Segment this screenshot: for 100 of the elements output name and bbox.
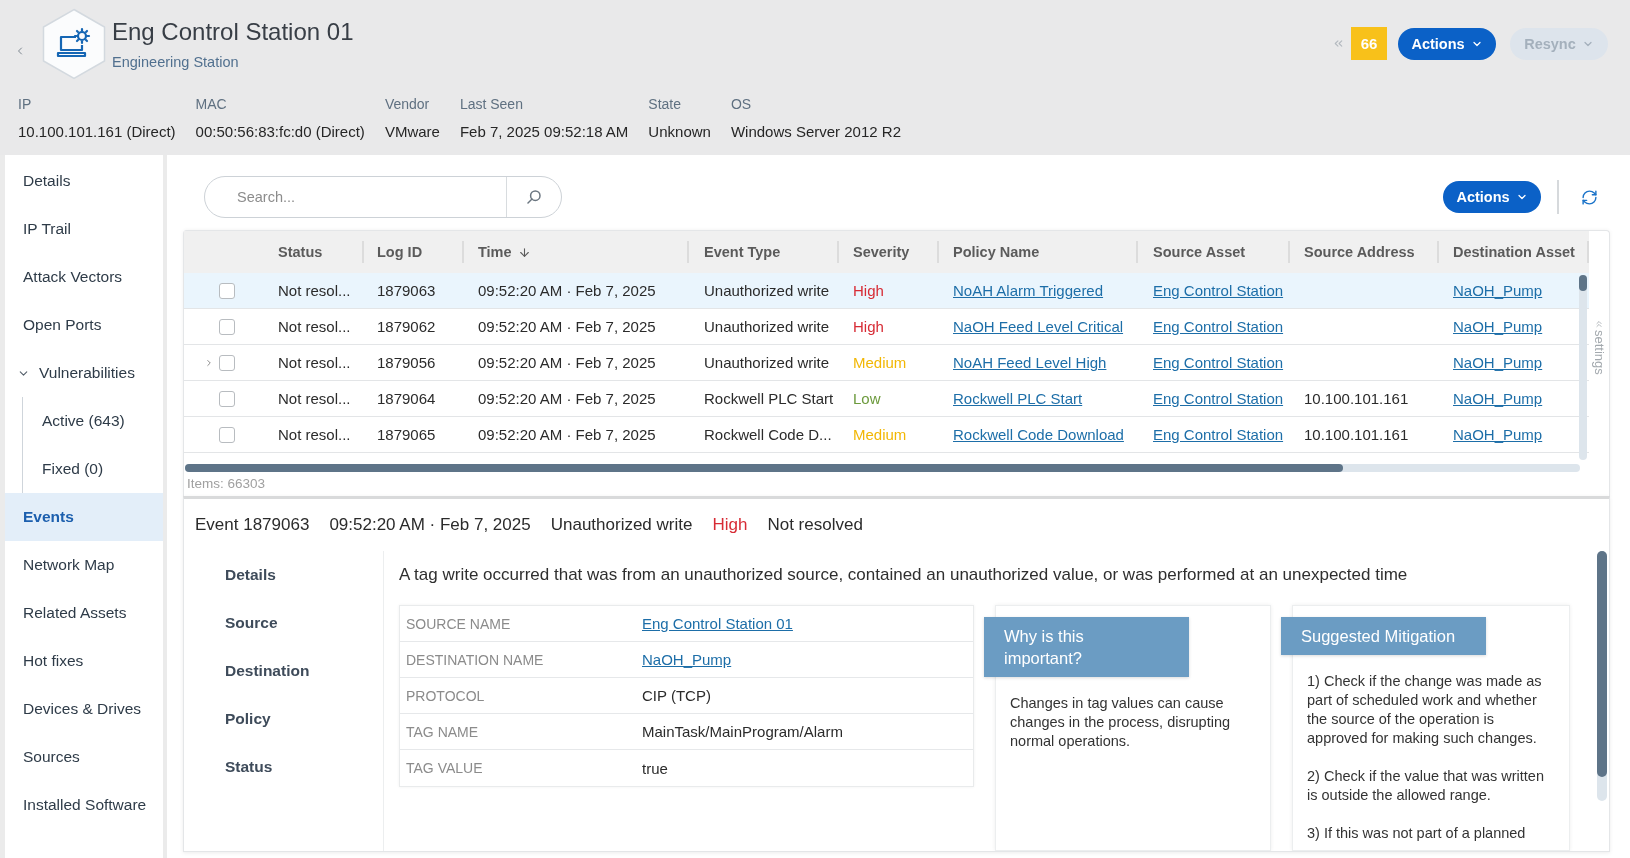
- risk-score-badge: 66: [1351, 27, 1387, 60]
- horizontal-scrollbar[interactable]: [185, 464, 1580, 472]
- actions-button[interactable]: Actions: [1443, 181, 1541, 213]
- sidebar-item[interactable]: Details: [5, 157, 163, 205]
- field-label: Vendor: [384, 95, 431, 114]
- asset-type: Engineering Station: [112, 53, 240, 71]
- search-field[interactable]: Search...: [204, 176, 562, 218]
- table-link[interactable]: NaOH_Pump: [1453, 318, 1543, 335]
- asset-title: Eng Control Station 01: [112, 17, 354, 47]
- table-cell-text: 09:52:20 AM · Feb 7, 2025: [477, 353, 657, 373]
- column-header[interactable]: Event Type: [689, 231, 839, 273]
- section-link[interactable]: Source: [184, 599, 383, 647]
- vertical-scrollbar[interactable]: [1579, 275, 1587, 460]
- table-cell-text: 09:52:20 AM · Feb 7, 2025: [477, 425, 657, 445]
- table-link[interactable]: Rockwell Code Download: [953, 426, 1124, 443]
- table-link[interactable]: Eng Control Station: [1153, 354, 1284, 371]
- column-header[interactable]: Severity: [839, 231, 939, 273]
- table-link[interactable]: NoAH Feed Level High: [953, 354, 1107, 371]
- sidebar-item[interactable]: Events: [5, 493, 163, 541]
- table-cell-text: Not resol...: [277, 353, 352, 373]
- property-link[interactable]: Eng Control Station 01: [642, 615, 793, 632]
- row-checkbox[interactable]: [219, 354, 235, 371]
- table-cell-text: 09:52:20 AM · Feb 7, 2025: [477, 389, 657, 409]
- row-checkbox[interactable]: [219, 282, 235, 299]
- mitigation-step: 2) Check if the value that was written is outside the allowed range.: [1307, 767, 1549, 805]
- table-row[interactable]: Not resol... 1879056 09:52:20 AM · Feb 7, 2025 Unauthorized write Medium NoAH Feed Level High Eng Control Station NaOH_Pump: [184, 345, 1589, 381]
- section-link[interactable]: Destination: [184, 647, 383, 695]
- property-label: TAG NAME: [405, 722, 480, 742]
- table-link[interactable]: NoAH Alarm Triggered: [953, 282, 1104, 299]
- section-link[interactable]: Details: [184, 551, 383, 599]
- column-header[interactable]: Source Address: [1290, 231, 1439, 273]
- card-text: Changes in tag values can cause changes in the process, disrupting normal operations.: [1010, 694, 1232, 751]
- table-cell-text: Rockwell Code D...: [703, 425, 833, 445]
- table-cell-text: Not resol...: [277, 281, 352, 301]
- field-value: Unknown: [648, 122, 711, 142]
- table-cell-text: 10.100.101.161: [1303, 389, 1410, 409]
- table-cell-text: 09:52:20 AM · Feb 7, 2025: [477, 281, 657, 301]
- table-cell-text: Unauthorized write: [703, 281, 831, 301]
- sidebar-item[interactable]: Vulnerabilities: [5, 349, 163, 397]
- column-header[interactable]: Status: [262, 231, 364, 273]
- table-row[interactable]: Not resol... 1879062 09:52:20 AM · Feb 7, 2025 Unauthorized write High NaOH Feed Level Critical Eng Control Station NaOH_Pump: [184, 309, 1589, 345]
- double-chevron-left-icon[interactable]: [1332, 37, 1345, 50]
- property-link[interactable]: NaOH_Pump: [642, 651, 732, 668]
- table-row[interactable]: Not resol... 1879064 09:52:20 AM · Feb 7, 2025 Rockwell PLC Start Low Rockwell PLC Start Eng Control Station 10.100.101.161 NaOH_Pump: [184, 381, 1589, 417]
- table-cell-text: 1879062: [376, 317, 437, 337]
- event-type: Unauthorized write: [550, 515, 693, 535]
- property-label: PROTOCOL: [405, 686, 486, 706]
- row-checkbox[interactable]: [219, 390, 235, 407]
- sidebar-item[interactable]: Hot fixes: [5, 637, 163, 685]
- sidebar-item[interactable]: Fixed (0): [23, 445, 163, 493]
- header-button[interactable]: Actions: [1398, 27, 1496, 60]
- sidebar-item[interactable]: Active (643): [23, 397, 163, 445]
- search-icon[interactable]: [527, 190, 541, 204]
- sidebar-item[interactable]: Attack Vectors: [5, 253, 163, 301]
- card-heading: Suggested Mitigation: [1281, 617, 1486, 655]
- table-link[interactable]: Eng Control Station: [1153, 426, 1284, 443]
- column-header[interactable]: Policy Name: [939, 231, 1138, 273]
- table-row[interactable]: Not resol... 1879063 09:52:20 AM · Feb 7, 2025 Unauthorized write High NoAH Alarm Triggered Eng Control Station NaOH_Pump: [184, 273, 1589, 309]
- section-link[interactable]: Policy: [184, 695, 383, 743]
- sidebar-item[interactable]: Installed Software: [5, 781, 163, 829]
- double-chevron-icon: [1594, 319, 1604, 329]
- table-cell-text: Not resol...: [277, 389, 352, 409]
- sidebar-item[interactable]: Related Assets: [5, 589, 163, 637]
- table-cell-text: 10.100.101.161: [1303, 425, 1410, 445]
- column-header[interactable]: Source Asset: [1138, 231, 1290, 273]
- table-row[interactable]: Not resol... 1879065 09:52:20 AM · Feb 7, 2025 Rockwell Code D... Medium Rockwell Code Download Eng Control Station 10.100.101.161 NaOH_Pump: [184, 417, 1589, 453]
- table-link[interactable]: Eng Control Station: [1153, 390, 1284, 407]
- event-id: Event 1879063: [195, 515, 310, 535]
- chevron-right-icon[interactable]: [204, 357, 214, 368]
- row-checkbox[interactable]: [219, 426, 235, 443]
- table-cell-text: 09:52:20 AM · Feb 7, 2025: [477, 317, 657, 337]
- section-link[interactable]: Status: [184, 743, 383, 791]
- table-link[interactable]: NaOH_Pump: [1453, 390, 1543, 407]
- table-cell-text: 1879063: [376, 281, 437, 301]
- row-checkbox[interactable]: [219, 318, 235, 335]
- table-link[interactable]: NaOH_Pump: [1453, 354, 1543, 371]
- sidebar-item[interactable]: Network Map: [5, 541, 163, 589]
- column-header[interactable]: Time: [464, 231, 689, 273]
- sidebar-item[interactable]: Devices & Drives: [5, 685, 163, 733]
- field-value: 00:50:56:83:fc:d0 (Direct): [195, 122, 365, 142]
- column-header[interactable]: Destination Asset: [1439, 231, 1589, 273]
- sidebar-item[interactable]: Sources: [5, 733, 163, 781]
- refresh-icon[interactable]: [1581, 188, 1598, 206]
- sidebar-item[interactable]: Open Ports: [5, 301, 163, 349]
- table-cell-text: 1879064: [376, 389, 437, 409]
- property-label: SOURCE NAME: [405, 614, 512, 634]
- table-link[interactable]: NaOH Feed Level Critical: [953, 318, 1124, 335]
- table-link[interactable]: Eng Control Station: [1153, 282, 1284, 299]
- mitigation-step: 3) If this was not part of a planned: [1307, 824, 1549, 843]
- table-link[interactable]: Eng Control Station: [1153, 318, 1284, 335]
- event-status: Not resolved: [767, 515, 863, 535]
- table-cell-text: Not resol...: [277, 317, 352, 337]
- field-value: VMware: [384, 122, 440, 142]
- table-link[interactable]: NaOH_Pump: [1453, 426, 1543, 443]
- table-link[interactable]: NaOH_Pump: [1453, 282, 1543, 299]
- table-link[interactable]: Rockwell PLC Start: [953, 390, 1083, 407]
- vertical-scrollbar[interactable]: [1597, 551, 1607, 801]
- field-label: IP: [18, 95, 33, 114]
- sidebar-item[interactable]: IP Trail: [5, 205, 163, 253]
- column-header[interactable]: Log ID: [364, 231, 464, 273]
